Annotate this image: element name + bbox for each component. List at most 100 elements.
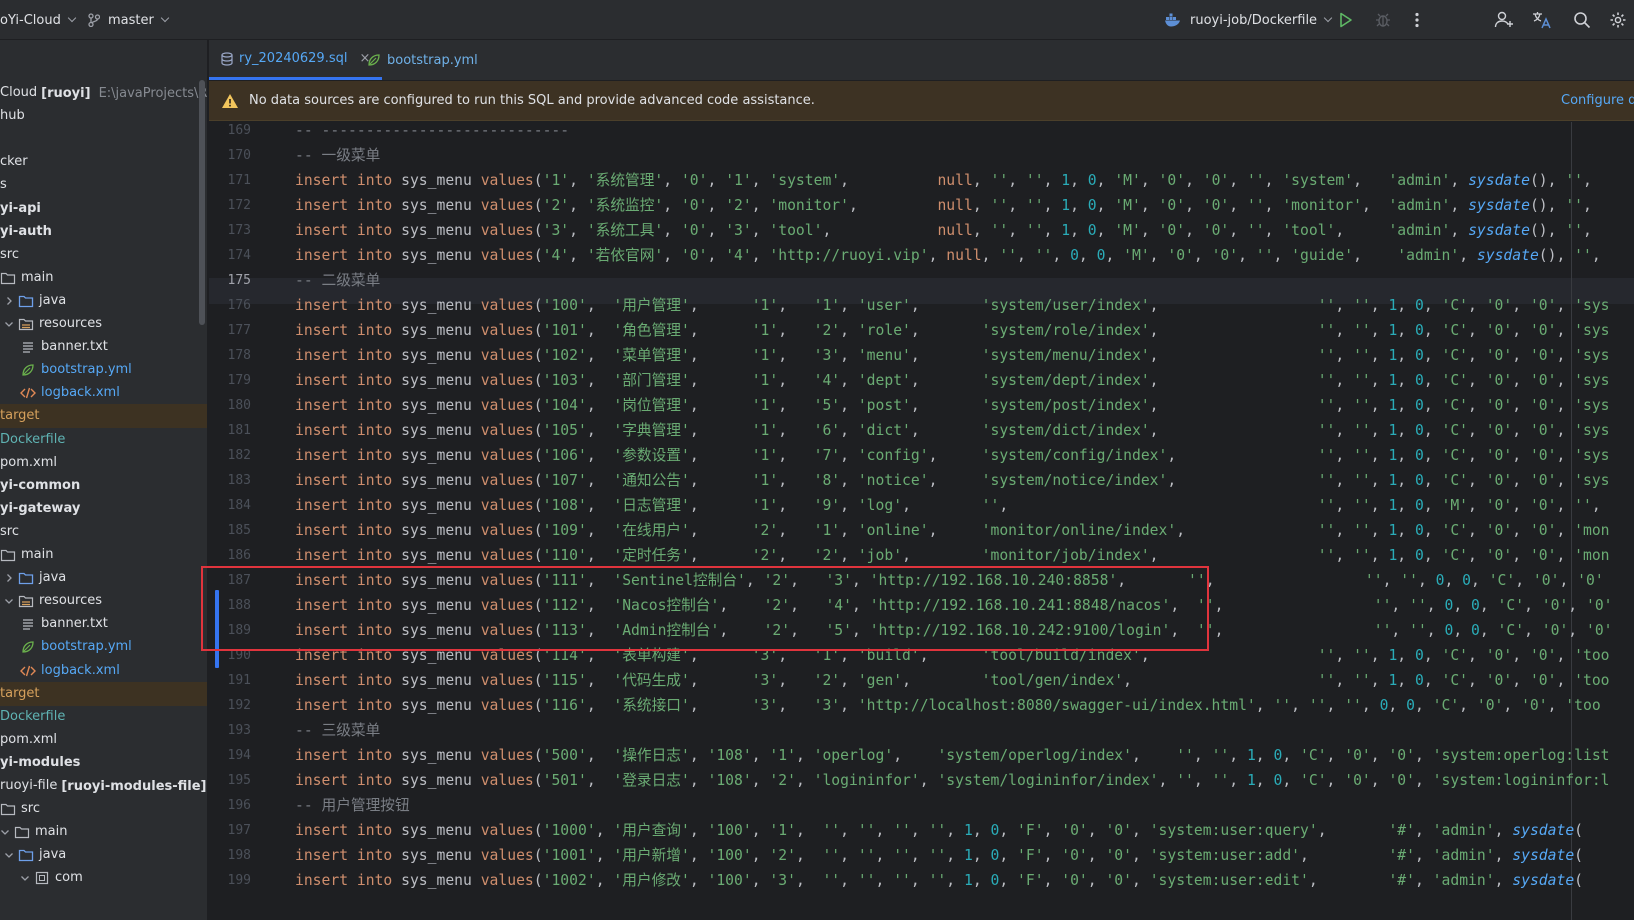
code-area[interactable]: -- ---------------------------- -- 一级菜单 in… [295, 122, 1634, 920]
code-token: values [480, 872, 534, 889]
tree-item[interactable]: Cloud[ruoyi] E:\javaProjects\RuoYi [0, 81, 207, 105]
code-token: 'guide' [1291, 247, 1354, 264]
code-token: 0 [1087, 197, 1097, 214]
tree-item[interactable]: Dockerfile [0, 428, 207, 452]
add-user-button[interactable] [1492, 8, 1516, 32]
tree-item[interactable]: logback.xml [0, 659, 207, 683]
search-button[interactable] [1570, 8, 1594, 32]
code-token: 'system/operlog/index' [937, 747, 1132, 764]
tree-item[interactable]: target [0, 681, 207, 706]
code-token: sys_menu [392, 497, 481, 514]
code-token: , [1423, 422, 1442, 439]
code-token: , [910, 347, 982, 364]
tree-item[interactable] [0, 127, 207, 151]
chevron-down-icon[interactable] [0, 827, 10, 837]
code-token: insert into [295, 347, 393, 364]
code-token: , [1397, 347, 1415, 364]
tree-item[interactable]: yi-modules [0, 751, 207, 775]
tree-item[interactable]: yi-api [0, 197, 207, 221]
tree-item[interactable]: bootstrap.yml [0, 358, 207, 382]
tree-scrollbar[interactable] [199, 80, 205, 325]
tree-item[interactable]: yi-gateway [0, 497, 207, 521]
code-token: 'admin' [1432, 872, 1495, 889]
tree-item-label: main [21, 547, 54, 562]
chevron-down-icon[interactable] [4, 596, 14, 606]
code-token: 1 [1061, 197, 1071, 214]
code-token: , [910, 847, 929, 864]
tree-item[interactable]: java [0, 843, 207, 867]
code-token: , [1468, 472, 1486, 489]
code-token: , [1335, 322, 1354, 339]
run-configuration-selector[interactable]: ruoyi-job/Dockerfile [1164, 0, 1333, 40]
tree-item[interactable]: banner.txt [0, 612, 207, 636]
play-icon [1339, 12, 1353, 28]
chevron-down-icon[interactable] [4, 319, 14, 329]
chevron-down-icon[interactable] [4, 850, 14, 860]
tree-item[interactable]: pom.xml [0, 451, 207, 475]
tree-item[interactable]: Dockerfile [0, 705, 207, 729]
code-token: , [1052, 247, 1071, 264]
code-token: '' [1353, 447, 1371, 464]
code-token: , [707, 247, 726, 264]
settings-button[interactable] [1606, 8, 1630, 32]
code-token: 1 [1246, 747, 1256, 764]
tree-item[interactable]: java [0, 289, 207, 313]
tree-item[interactable]: yi-auth [0, 220, 207, 244]
tree-item[interactable]: src [0, 520, 207, 544]
code-token: 0 [1462, 572, 1472, 589]
code-token: , [689, 547, 752, 564]
translate-button[interactable] [1530, 8, 1554, 32]
tree-item-label: banner.txt [41, 616, 108, 632]
chevron-right-icon[interactable] [4, 573, 14, 583]
code-token: , [663, 247, 681, 264]
code-token: 'dept' [857, 372, 911, 389]
tree-item[interactable]: resources [0, 312, 207, 336]
code-token: , [1185, 172, 1203, 189]
code-token: , [1556, 347, 1575, 364]
tree-item[interactable]: main [0, 266, 207, 290]
configure-datasource-link[interactable]: Configure d [1561, 81, 1634, 121]
code-token: '4' [725, 247, 752, 264]
tree-item[interactable]: resources [0, 589, 207, 613]
code-token: '0' [1202, 222, 1230, 239]
tree-item[interactable]: src [0, 797, 207, 821]
tree-item[interactable]: banner.txt [0, 335, 207, 359]
folder-icon [14, 824, 30, 840]
code-token: values [480, 822, 534, 839]
code-token: , [1229, 172, 1247, 189]
code-token: 1 [1388, 522, 1398, 539]
tab-bootstrap-yml[interactable]: bootstrap.yml [355, 40, 490, 80]
tree-item[interactable]: logback.xml [0, 381, 207, 405]
tree-item[interactable]: s [0, 173, 207, 197]
project-tree[interactable]: Cloud[ruoyi] E:\javaProjects\RuoYi hub cker… [0, 40, 208, 920]
code-editor[interactable]: 169 170 171 172 173 174 175 176 177 178 179 180 181 1… [209, 122, 1634, 920]
tree-item[interactable]: main [0, 543, 207, 567]
code-token: values [480, 197, 534, 214]
branch-selector[interactable]: master [88, 0, 170, 40]
more-actions-button[interactable] [1405, 8, 1429, 32]
tree-item[interactable]: pom.xml [0, 728, 207, 752]
code-token: ( [533, 197, 543, 214]
project-selector[interactable]: oYi-Cloud [0, 0, 77, 40]
tree-item[interactable]: src [0, 243, 207, 267]
tree-item[interactable]: yi-common [0, 474, 207, 498]
run-button[interactable] [1334, 8, 1358, 32]
tree-item[interactable]: target [0, 404, 207, 429]
code-token: , [893, 747, 938, 764]
tree-item[interactable]: main [0, 820, 207, 844]
code-token: , [689, 472, 752, 489]
chevron-right-icon[interactable] [4, 296, 14, 306]
tree-item[interactable]: bootstrap.yml [0, 635, 207, 659]
code-token: '0' [1061, 872, 1088, 889]
tree-item[interactable]: java [0, 566, 207, 590]
tree-item[interactable]: ruoyi-file [ruoyi-modules-file] [0, 774, 207, 798]
tree-item-label: logback.xml [41, 662, 120, 678]
debug-button[interactable] [1371, 8, 1395, 32]
code-token: ( [533, 872, 543, 889]
chevron-down-icon[interactable] [20, 873, 30, 883]
tree-item[interactable]: hub [0, 104, 207, 128]
tree-item[interactable]: com [0, 866, 207, 890]
tree-item[interactable]: cker [0, 150, 207, 174]
code-token: '1' [813, 522, 841, 539]
code-token: , [840, 472, 858, 489]
